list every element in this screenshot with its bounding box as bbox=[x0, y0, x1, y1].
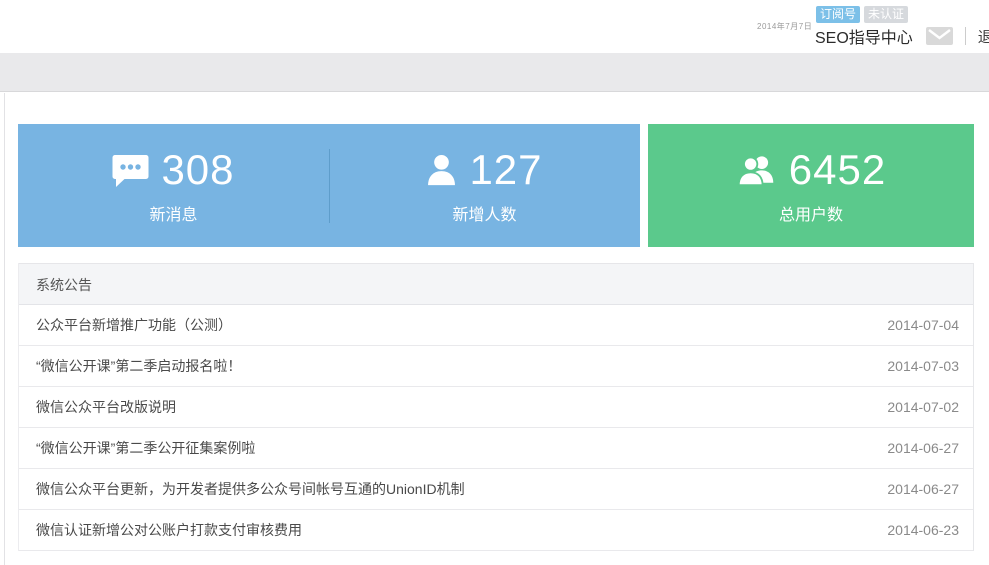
user-icon bbox=[426, 154, 457, 187]
announcement-text: 微信公众平台改版说明 bbox=[36, 397, 176, 417]
header-divider bbox=[965, 27, 966, 45]
announcement-row[interactable]: 微信公众平台改版说明 2014-07-02 bbox=[19, 387, 973, 428]
logout-button[interactable]: 退出 bbox=[978, 26, 989, 47]
stat-new-messages[interactable]: 308 新消息 bbox=[18, 124, 329, 247]
stat-label: 总用户数 bbox=[779, 201, 843, 225]
announcement-text: 微信认证新增公对公账户打款支付审核费用 bbox=[36, 520, 302, 540]
announcement-text: 公众平台新增推广功能（公测） bbox=[36, 315, 232, 335]
account-type-badge: 订阅号 bbox=[816, 6, 860, 23]
stat-card-blue: 308 新消息 127 新增人数 bbox=[18, 124, 640, 247]
announcement-date: 2014-06-23 bbox=[887, 522, 959, 538]
stat-value: 308 bbox=[161, 146, 234, 194]
stat-total-users[interactable]: 6452 总用户数 bbox=[648, 124, 974, 247]
subheader-bar bbox=[0, 53, 989, 92]
announcement-text: “微信公开课”第二季启动报名啦！ bbox=[36, 356, 241, 376]
stat-label: 新增人数 bbox=[452, 201, 516, 225]
stat-label: 新消息 bbox=[149, 201, 197, 225]
announcement-date: 2014-07-04 bbox=[887, 317, 959, 333]
announcements-panel: 系统公告 公众平台新增推广功能（公测） 2014-07-04 “微信公开课”第二… bbox=[18, 263, 974, 551]
stat-value: 127 bbox=[469, 146, 542, 194]
announcement-text: “微信公开课”第二季公开征集案例啦 bbox=[36, 438, 255, 458]
announcement-row[interactable]: “微信公开课”第二季公开征集案例啦 2014-06-27 bbox=[19, 428, 973, 469]
announcement-text: 微信公众平台更新，为开发者提供多公众号间帐号互通的UnionID机制 bbox=[36, 479, 465, 499]
announcement-date: 2014-06-27 bbox=[887, 481, 959, 497]
announcement-date: 2014-07-03 bbox=[887, 358, 959, 374]
verify-status-badge: 未认证 bbox=[864, 6, 908, 23]
announcement-row[interactable]: 公众平台新增推广功能（公测） 2014-07-04 bbox=[19, 305, 973, 346]
header-account-row: SEO指导中心 退出 bbox=[815, 24, 989, 48]
stat-value: 6452 bbox=[789, 146, 886, 194]
content-left-border bbox=[4, 93, 5, 565]
announcement-row[interactable]: 微信认证新增公对公账户打款支付审核费用 2014-06-23 bbox=[19, 510, 973, 551]
header-small-meta-text: 2014年7月7日 bbox=[757, 21, 812, 32]
stat-cards: 308 新消息 127 新增人数 bbox=[18, 124, 974, 247]
account-badges: 订阅号 未认证 bbox=[816, 6, 908, 23]
stat-new-users[interactable]: 127 新增人数 bbox=[329, 124, 640, 247]
announcement-date: 2014-07-02 bbox=[887, 399, 959, 415]
page: 2014年7月7日 订阅号 未认证 SEO指导中心 退出 bbox=[0, 0, 989, 565]
announcement-row[interactable]: “微信公开课”第二季启动报名啦！ 2014-07-03 bbox=[19, 346, 973, 387]
chat-icon bbox=[112, 154, 149, 187]
mail-icon[interactable] bbox=[926, 27, 953, 45]
stat-card-green: 6452 总用户数 bbox=[648, 124, 974, 247]
announcement-date: 2014-06-27 bbox=[887, 440, 959, 456]
account-name[interactable]: SEO指导中心 bbox=[815, 24, 913, 48]
users-icon bbox=[736, 154, 777, 187]
announcements-title: 系统公告 bbox=[19, 263, 973, 305]
announcement-row[interactable]: 微信公众平台更新，为开发者提供多公众号间帐号互通的UnionID机制 2014-… bbox=[19, 469, 973, 510]
card-segment-divider bbox=[329, 149, 330, 223]
